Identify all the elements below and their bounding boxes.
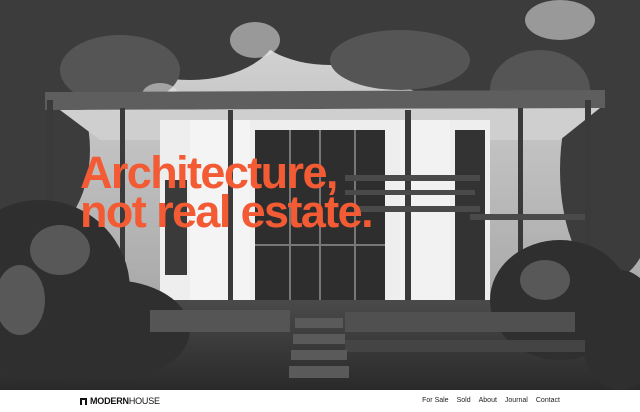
nav-contact[interactable]: Contact xyxy=(536,395,560,407)
nav-sold[interactable]: Sold xyxy=(457,395,471,407)
logo-wordmark: MODERNHOUSE xyxy=(90,395,160,407)
hero-headline-line-2: not real estate. xyxy=(80,186,374,237)
nav-for-sale[interactable]: For Sale xyxy=(422,395,448,407)
nav-about[interactable]: About xyxy=(479,395,497,407)
hero-headline: Architecture, not real estate. xyxy=(80,150,374,237)
main-nav: For Sale Sold About Journal Contact xyxy=(422,395,560,407)
house-mark-icon xyxy=(80,397,87,405)
nav-journal[interactable]: Journal xyxy=(505,395,528,407)
logo-link[interactable]: MODERNHOUSE xyxy=(80,395,160,407)
logo-part-modern: MODERN xyxy=(90,396,129,406)
hero-section: Architecture, not real estate. xyxy=(0,0,640,390)
logo-part-house: HOUSE xyxy=(128,396,160,406)
